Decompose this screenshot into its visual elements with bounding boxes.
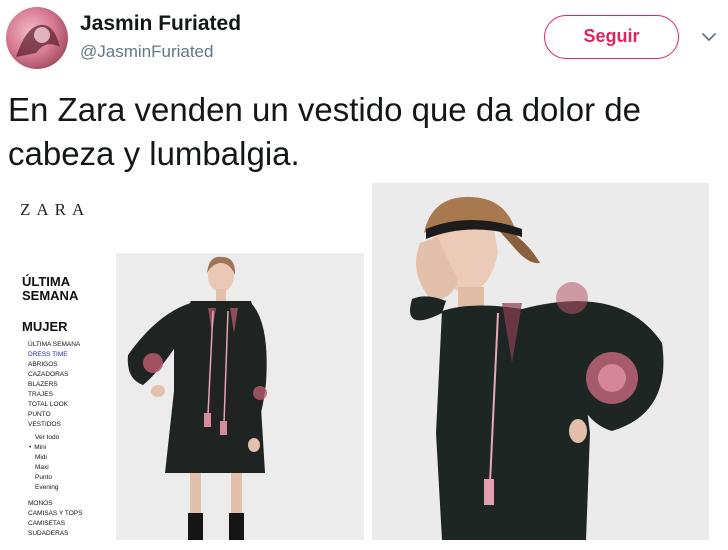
nav-item-abrigos[interactable]: ABRIGOS: [28, 360, 82, 370]
nav-item-blazers[interactable]: BLAZERS: [28, 380, 82, 390]
nav-item-camisas-y-tops[interactable]: CAMISAS Y TOPS: [28, 509, 82, 519]
nav-item-dress-time[interactable]: DRESS TIME: [28, 350, 82, 360]
section-title[interactable]: MUJER: [22, 319, 68, 334]
category-nav: ÚLTIMA SEMANA DRESS TIME ABRIGOS CAZADOR…: [28, 340, 82, 539]
follow-button[interactable]: Seguir: [544, 15, 679, 59]
nav-subitem-evening[interactable]: Evening: [28, 483, 82, 493]
nav-item-sudaderas[interactable]: SUDADERAS: [28, 529, 82, 539]
tweet-text: En Zara venden un vestido que da dolor d…: [8, 91, 641, 172]
nav-item-camisetas[interactable]: CAMISETAS: [28, 519, 82, 529]
nav-subitem-mini[interactable]: Mini: [28, 443, 82, 453]
nav-subitem-punto[interactable]: Punto: [28, 473, 82, 483]
media-image-model-closeup[interactable]: [372, 183, 709, 540]
nav-item-cazadoras[interactable]: CAZADORAS: [28, 370, 82, 380]
nav-item-vestidos[interactable]: VESTIDOS: [28, 420, 82, 430]
author-name[interactable]: Jasmin Furiated: [80, 12, 241, 36]
nav-item-trajes[interactable]: TRAJES: [28, 390, 82, 400]
media-image-zara-page[interactable]: ZARA ÚLTIMA SEMANA MUJER ÚLTIMA SEMANA D: [8, 183, 364, 540]
avatar[interactable]: [6, 7, 68, 69]
nav-item-total-look[interactable]: TOTAL LOOK: [28, 400, 82, 410]
promo-title[interactable]: ÚLTIMA SEMANA: [22, 275, 112, 303]
nav-subitem-maxi[interactable]: Maxi: [28, 463, 82, 473]
author-handle[interactable]: @JasminFuriated: [80, 42, 213, 62]
chevron-down-icon[interactable]: [700, 28, 718, 46]
nav-item-ultima-semana[interactable]: ÚLTIMA SEMANA: [28, 340, 82, 350]
model-figure-right: [410, 196, 664, 540]
nav-item-punto[interactable]: PUNTO: [28, 410, 82, 420]
nav-subitem-ver-todo[interactable]: Ver todo: [28, 433, 82, 443]
nav-item-monos[interactable]: MONOS: [28, 499, 82, 509]
nav-subitem-midi[interactable]: Midi: [28, 453, 82, 463]
